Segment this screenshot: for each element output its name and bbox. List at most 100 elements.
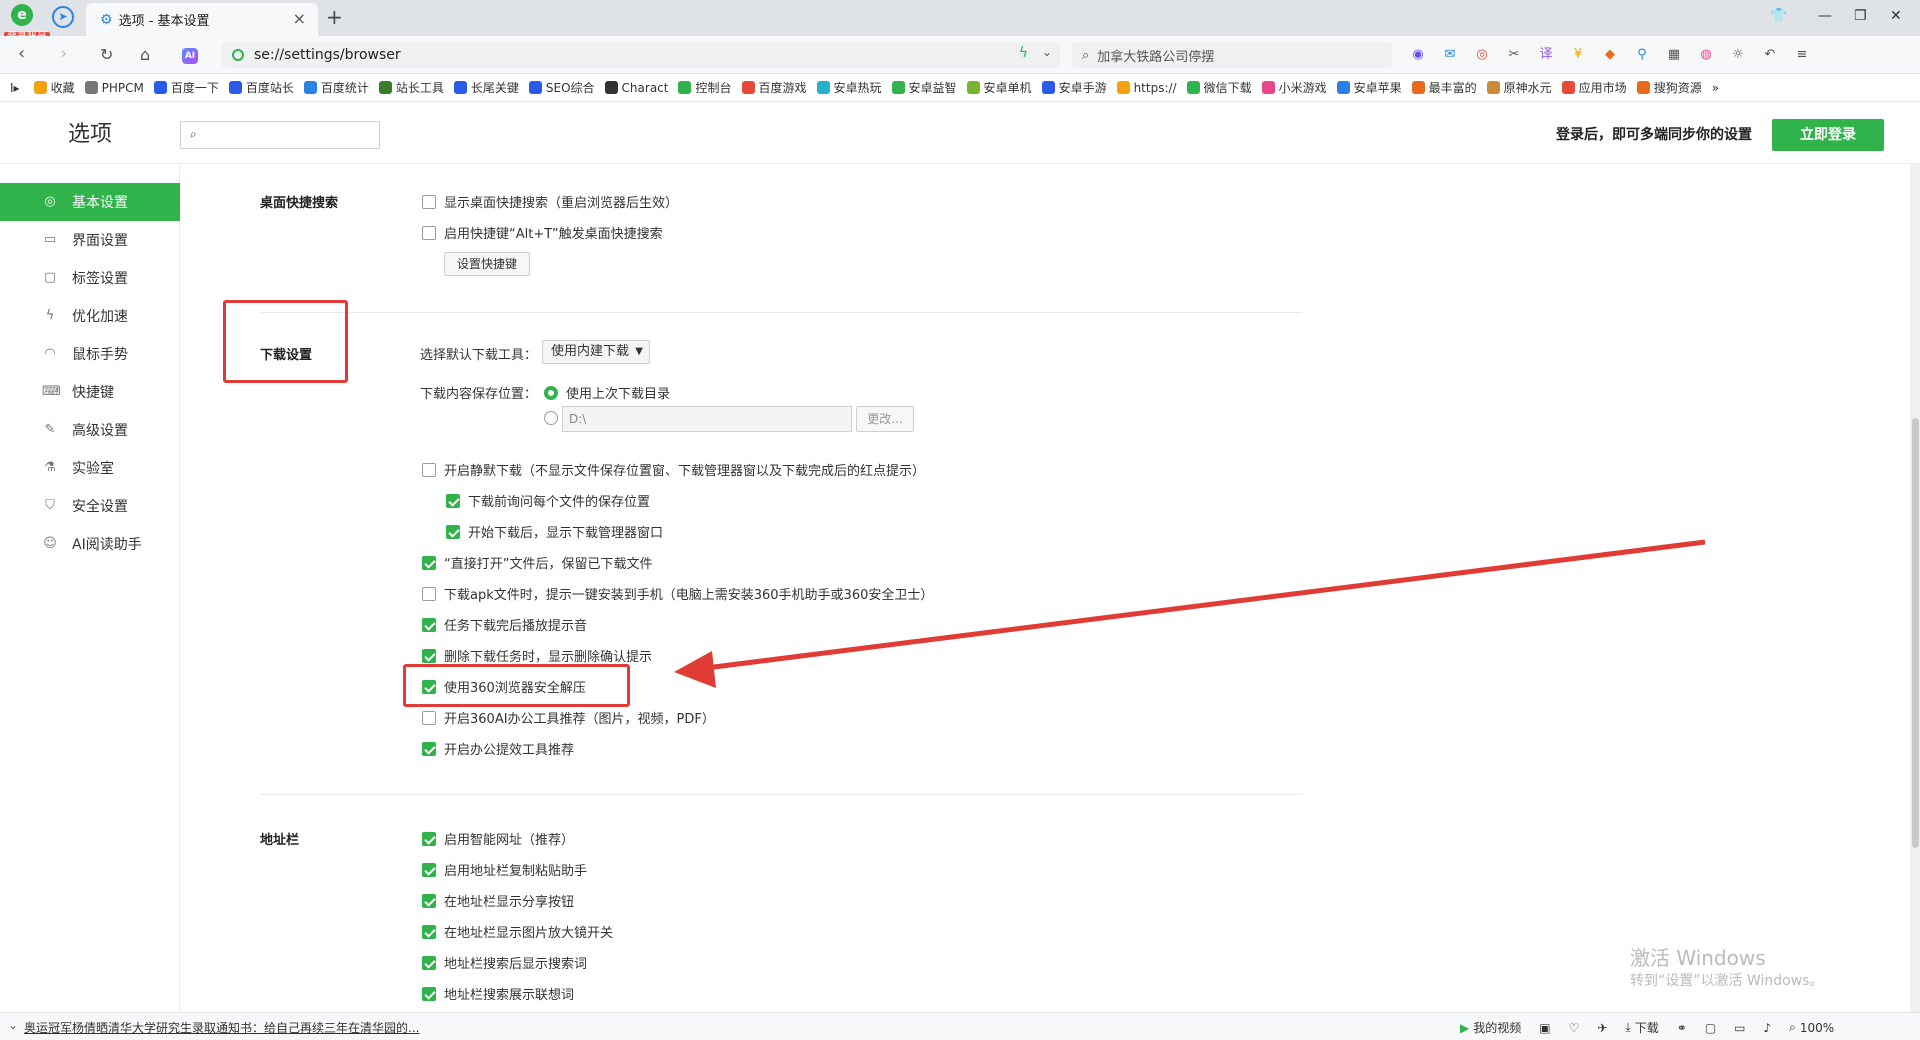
- sound-icon[interactable]: ♪: [1764, 1019, 1772, 1036]
- health-icon[interactable]: ♡: [1569, 1019, 1580, 1036]
- new-tab-button[interactable]: +: [326, 5, 343, 29]
- download-option[interactable]: 开启办公提效工具推荐: [422, 739, 574, 758]
- close-tab-icon[interactable]: ×: [293, 9, 306, 28]
- chevron-down-icon[interactable]: ⌄: [8, 1018, 18, 1032]
- bookmark-item[interactable]: 百度站长: [228, 79, 294, 96]
- sidebar-item[interactable]: ϟ 优化加速: [0, 297, 180, 335]
- search-input[interactable]: 加拿大铁路公司停摆: [1097, 46, 1214, 65]
- translate-icon[interactable]: 译: [1536, 46, 1556, 64]
- speed-mode-icon[interactable]: ϟ: [1019, 45, 1028, 61]
- download-option[interactable]: 删除下载任务时，显示删除确认提示: [422, 646, 652, 665]
- checkbox[interactable]: [422, 862, 436, 877]
- sidebar-item[interactable]: ⛉ 安全设置: [0, 487, 180, 525]
- sidebar-item[interactable]: ☺ AI阅读助手: [0, 525, 180, 563]
- bookmark-item[interactable]: 百度一下: [153, 79, 219, 96]
- magnifier-icon[interactable]: ⚲: [1632, 46, 1652, 64]
- browser-logo[interactable]: e 登录账号: [4, 4, 50, 44]
- menu-icon[interactable]: ≡: [1792, 46, 1812, 64]
- chevron-down-icon[interactable]: ⌄: [1042, 45, 1052, 59]
- bookmark-item[interactable]: 原神水元: [1486, 79, 1552, 96]
- screen-icon[interactable]: ▭: [1734, 1019, 1745, 1036]
- bookmark-item[interactable]: 应用市场: [1561, 79, 1627, 96]
- zoom-control[interactable]: ⌕ 100%: [1789, 1019, 1834, 1036]
- bookmark-item[interactable]: 长尾关键: [453, 79, 519, 96]
- address-bar-option[interactable]: 启用智能网址（推荐）: [422, 829, 574, 848]
- bookmark-item[interactable]: 安卓益智: [891, 79, 957, 96]
- sidebar-item[interactable]: ▢ 标签设置: [0, 259, 180, 297]
- brightness-icon[interactable]: ☼: [1728, 46, 1748, 64]
- scrollbar-thumb[interactable]: [1912, 418, 1919, 848]
- checkbox[interactable]: [422, 462, 436, 477]
- download-tool-select[interactable]: 使用内建下载 ▼: [542, 340, 650, 364]
- sidebar-item[interactable]: ✎ 高级设置: [0, 411, 180, 449]
- bookmark-item[interactable]: 站长工具: [378, 79, 444, 96]
- bookmark-item[interactable]: 收藏: [33, 79, 75, 96]
- reload-button[interactable]: ↻: [100, 45, 113, 64]
- download-option[interactable]: 下载apk文件时，提示一键安装到手机（电脑上需安装360手机助手或360安全卫士…: [422, 584, 933, 603]
- navigate-icon[interactable]: ➤: [52, 6, 74, 28]
- address-bar-option[interactable]: 地址栏搜索后显示搜索词: [422, 953, 587, 972]
- mail-icon[interactable]: ✉: [1440, 46, 1460, 64]
- checkbox[interactable]: [422, 924, 436, 939]
- address-bar-option[interactable]: 地址栏搜索展示联想词: [422, 984, 574, 1003]
- bookmark-item[interactable]: 安卓手游: [1041, 79, 1107, 96]
- bookmark-item[interactable]: 最丰富的: [1411, 79, 1477, 96]
- restore-button[interactable]: ❐: [1854, 8, 1867, 24]
- news-ticker-link[interactable]: 奥运冠军杨倩晒清华大学研究生录取通知书：给自己再续三年在清华园的...: [24, 1019, 419, 1036]
- download-option[interactable]: 下载前询问每个文件的保存位置: [446, 491, 650, 510]
- checkbox[interactable]: [422, 555, 436, 570]
- checkbox[interactable]: [422, 194, 436, 209]
- checkbox[interactable]: [422, 225, 436, 240]
- bookmark-item[interactable]: 搜狗资源: [1636, 79, 1702, 96]
- checkbox[interactable]: [422, 893, 436, 908]
- bookmark-item[interactable]: SEO综合: [528, 79, 595, 96]
- checkbox[interactable]: [422, 586, 436, 601]
- sidebar-item[interactable]: ▭ 界面设置: [0, 221, 180, 259]
- rocket-icon[interactable]: ✈: [1597, 1019, 1607, 1036]
- bookmark-item[interactable]: 小米游戏: [1261, 79, 1327, 96]
- back-button[interactable]: ‹: [18, 43, 25, 64]
- minimize-button[interactable]: —: [1818, 8, 1832, 24]
- download-option[interactable]: 任务下载完后播放提示音: [422, 615, 587, 634]
- login-button[interactable]: 立即登录: [1772, 119, 1884, 151]
- bookmark-item[interactable]: PHPCM: [84, 81, 144, 95]
- bookmark-item[interactable]: 百度游戏: [741, 79, 807, 96]
- sidebar-item[interactable]: ◎ 基本设置: [0, 183, 180, 221]
- close-window-button[interactable]: ✕: [1890, 8, 1902, 24]
- forward-button[interactable]: ›: [60, 43, 67, 64]
- checkbox[interactable]: [446, 524, 460, 539]
- my-video-button[interactable]: ▶ 我的视频: [1460, 1019, 1521, 1036]
- bookmark-item[interactable]: 百度统计: [303, 79, 369, 96]
- bookmark-item[interactable]: 安卓单机: [966, 79, 1032, 96]
- coupon-icon[interactable]: ¥: [1568, 46, 1588, 64]
- scrollbar[interactable]: [1910, 164, 1920, 1012]
- url-text[interactable]: se://settings/browser: [254, 47, 401, 63]
- change-path-button[interactable]: 更改...: [856, 406, 914, 432]
- download-path-field[interactable]: D:\: [562, 406, 852, 432]
- url-bar[interactable]: se://settings/browser ϟ ⌄: [222, 42, 1060, 68]
- ai-icon[interactable]: AI: [182, 48, 198, 64]
- checkbox[interactable]: [422, 710, 436, 725]
- bookmark-item[interactable]: https://: [1116, 81, 1177, 95]
- ai-assistant-icon[interactable]: ◍: [1696, 46, 1716, 64]
- bookmark-item[interactable]: 控制台: [678, 79, 732, 96]
- skin-icon[interactable]: 👕: [1770, 8, 1787, 24]
- bookmarks-more-button[interactable]: »: [1712, 81, 1719, 95]
- checkbox[interactable]: [422, 955, 436, 970]
- option-alt-t-shortcut[interactable]: 启用快捷键“Alt+T”触发桌面快捷搜索: [422, 223, 663, 242]
- bookmark-item[interactable]: 微信下载: [1186, 79, 1252, 96]
- address-bar-option[interactable]: 启用地址栏复制粘贴助手: [422, 860, 587, 879]
- sidebar-item[interactable]: ⌨ 快捷键: [0, 373, 180, 411]
- bookmarks-toggle-icon[interactable]: I▸: [10, 81, 20, 95]
- download-option[interactable]: “直接打开”文件后，保留已下载文件: [422, 553, 652, 572]
- apps-grid-icon[interactable]: ▦: [1664, 46, 1684, 64]
- checkbox[interactable]: [446, 493, 460, 508]
- sidebar-item[interactable]: ◠ 鼠标手势: [0, 335, 180, 373]
- settings-search-input[interactable]: ⌕: [180, 121, 380, 149]
- address-bar-option[interactable]: 在地址栏显示图片放大镜开关: [422, 922, 613, 941]
- download-button[interactable]: ⤓ 下载: [1625, 1019, 1658, 1036]
- radio-button[interactable]: [544, 385, 558, 400]
- assistant-icon[interactable]: ◉: [1408, 46, 1428, 64]
- checkbox[interactable]: [422, 986, 436, 1001]
- option-show-desktop-search[interactable]: 显示桌面快捷搜索（重启浏览器后生效）: [422, 192, 678, 211]
